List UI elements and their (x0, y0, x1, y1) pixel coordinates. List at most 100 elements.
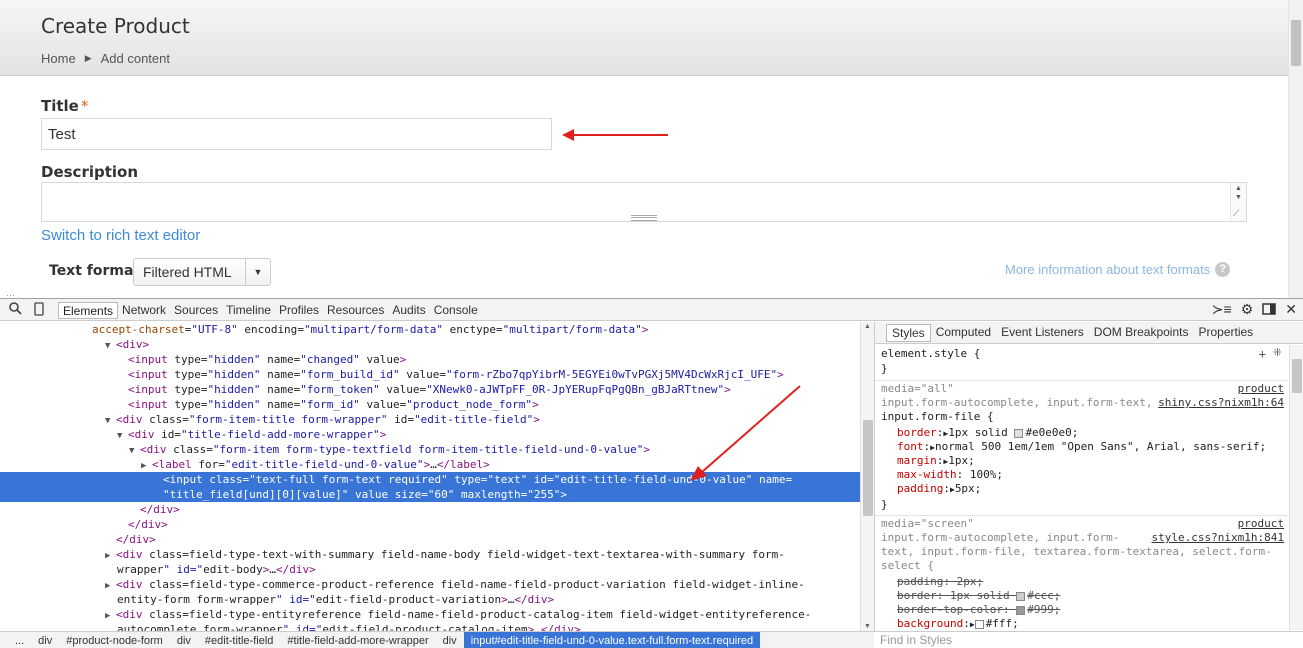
scroll-down-icon[interactable]: ▼ (1235, 194, 1242, 201)
annotation-arrow-icon (690, 385, 801, 481)
breadcrumb-separator-icon: ▶ (84, 53, 92, 63)
tab-dom-breakpoints[interactable]: DOM Breakpoints (1089, 324, 1194, 342)
elements-scrollbar-thumb[interactable] (863, 420, 873, 516)
expand-triangle-icon[interactable]: ▶ (105, 609, 116, 624)
tab-audits[interactable]: Audits (388, 302, 429, 319)
color-swatch-icon[interactable] (1016, 605, 1026, 615)
dom-crumb[interactable]: div (436, 632, 464, 648)
styles-scrollbar-thumb[interactable] (1292, 359, 1302, 393)
dom-line[interactable]: "title_field[und][0][value]" value size=… (163, 487, 567, 502)
css-rule-style: media="screen" product input.form-autoco… (875, 517, 1288, 637)
textarea-resize-grippie[interactable] (631, 215, 657, 221)
element-style-rule: element.style { + ⁜ } (875, 345, 1288, 381)
scroll-up-icon[interactable]: ▲ (864, 323, 871, 330)
color-swatch-icon[interactable] (1014, 428, 1024, 438)
scroll-down-icon[interactable]: ▼ (864, 623, 871, 630)
styles-scrollbar[interactable] (1289, 345, 1303, 630)
page-scrollbar[interactable] (1288, 0, 1303, 298)
dom-line[interactable]: ▼ <div> (105, 337, 149, 352)
dom-line-text: <div class=field-type-commerce-product-r… (116, 578, 805, 591)
page-header: Create Product Home ▶ Add content (0, 0, 1288, 76)
dom-line-text: <div class=field-type-text-with-summary … (116, 548, 785, 561)
collapse-triangle-icon[interactable]: ▼ (129, 444, 140, 459)
dom-crumb[interactable]: #edit-title-field (198, 632, 280, 648)
scroll-up-icon[interactable]: ▲ (1235, 185, 1242, 192)
gear-icon[interactable]: ⚙ (1241, 301, 1254, 318)
dom-crumb-selected[interactable]: input#edit-title-field-und-0-value.text-… (463, 631, 761, 648)
devtools-panel: Elements Network Sources Timeline Profil… (0, 298, 1303, 648)
dom-line[interactable]: </div> (116, 532, 156, 547)
title-input[interactable] (41, 118, 552, 150)
breadcrumb-add-content-link[interactable]: Add content (101, 51, 170, 66)
dom-line[interactable]: <input type="hidden" name="form_id" valu… (128, 397, 539, 412)
color-swatch-icon[interactable] (1016, 591, 1026, 601)
dom-line-text: <input type="hidden" name="form_token" v… (128, 383, 731, 396)
switch-rich-editor-link[interactable]: Switch to rich text editor (41, 227, 200, 244)
tab-timeline[interactable]: Timeline (222, 302, 275, 319)
dom-crumb[interactable]: div (170, 632, 198, 648)
collapse-triangle-icon[interactable]: ▼ (105, 414, 116, 429)
search-icon[interactable] (9, 302, 22, 318)
tab-sources[interactable]: Sources (170, 302, 222, 319)
find-in-styles-input[interactable]: Find in Styles (874, 631, 1303, 648)
tab-resources[interactable]: Resources (323, 302, 388, 319)
dom-line[interactable]: autocomplete form-wrapper" id="edit-fiel… (117, 622, 581, 631)
overridden-property: padding: 2px; (897, 575, 984, 588)
rule-origin: product (1237, 382, 1284, 395)
page-scrollbar-thumb[interactable] (1291, 20, 1301, 66)
styles-sidebar: Styles Computed Event Listeners DOM Brea… (874, 322, 1303, 648)
dom-line[interactable]: ▼ <div id="title-field-add-more-wrapper"> (117, 427, 386, 442)
dock-icon[interactable] (1262, 302, 1277, 318)
tab-elements[interactable]: Elements (58, 301, 119, 319)
resize-corner-icon[interactable]: ⟋ (1233, 208, 1239, 219)
more-info-link[interactable]: More information about text formats ? (1005, 262, 1231, 277)
tab-network[interactable]: Network (118, 302, 170, 319)
collapse-triangle-icon[interactable]: ▼ (117, 429, 128, 444)
device-icon[interactable] (34, 302, 44, 319)
expand-triangle-icon[interactable]: ▶ (105, 549, 116, 564)
dom-crumb[interactable]: div (31, 632, 59, 648)
dom-line[interactable]: <input type="hidden" name="changed" valu… (128, 352, 406, 367)
rule-close: } (881, 362, 888, 375)
dom-line[interactable]: ▶ <div class=field-type-entityreference f… (105, 607, 811, 622)
dom-line[interactable]: ▶ <div class=field-type-commerce-product-… (105, 577, 805, 592)
dom-line[interactable]: ▼ <div class="form-item-title form-wrappe… (105, 412, 540, 427)
close-icon[interactable]: ✕ (1285, 301, 1297, 318)
color-swatch-icon[interactable] (974, 619, 984, 629)
dom-line-text: <div class="form-item form-type-textfiel… (140, 443, 650, 456)
dom-line[interactable]: accept-charset="UTF-8" encoding="multipa… (92, 322, 648, 337)
rule-selector: input.form-autocomplete, input.form- (881, 531, 1120, 544)
add-rule-icon[interactable]: + (1259, 347, 1266, 361)
dom-line[interactable]: wrapper" id="edit-body>…</div> (117, 562, 316, 577)
tab-properties[interactable]: Properties (1193, 324, 1258, 342)
text-format-select[interactable]: Filtered HTML ▼ (133, 258, 271, 286)
dom-line[interactable]: <input type="hidden" name="form_build_id… (128, 367, 784, 382)
description-scrollbar[interactable]: ▲ ▼ ⟋ (1230, 183, 1246, 221)
drawer-icon[interactable]: ≻≡ (1212, 301, 1232, 318)
source-link[interactable]: style.css?nixm1h:841 (1152, 531, 1284, 544)
dom-crumb[interactable]: #title-field-add-more-wrapper (280, 632, 435, 648)
dom-line[interactable]: entity-form form-wrapper" id="edit-field… (117, 592, 554, 607)
dom-line[interactable]: <input type="hidden" name="form_token" v… (128, 382, 731, 397)
elements-scrollbar[interactable]: ▲ ▼ (860, 322, 874, 631)
tab-computed[interactable]: Computed (931, 324, 996, 342)
toggle-state-icon[interactable]: ⁜ (1273, 346, 1282, 359)
expand-triangle-icon[interactable]: ▶ (105, 579, 116, 594)
tab-styles[interactable]: Styles (886, 323, 931, 342)
dom-line[interactable]: ▶ <div class=field-type-text-with-summary… (105, 547, 785, 562)
css-property: border:▶1px solid #e0e0e0; (897, 426, 1079, 439)
dom-crumb[interactable]: #product-node-form (59, 632, 170, 648)
dom-line[interactable]: </div> (128, 517, 168, 532)
dom-line[interactable]: ▼ <div class="form-item form-type-textfie… (129, 442, 650, 457)
dom-line[interactable]: ▶ <label for="edit-title-field-und-0-valu… (141, 457, 490, 472)
dom-crumb[interactable]: ... (8, 632, 31, 648)
tab-profiles[interactable]: Profiles (275, 302, 323, 319)
dom-line-text: autocomplete form-wrapper" id="edit-fiel… (117, 623, 581, 631)
dom-line[interactable]: </div> (140, 502, 180, 517)
breadcrumb-home-link[interactable]: Home (41, 51, 76, 66)
collapse-triangle-icon[interactable]: ▼ (105, 339, 116, 354)
tab-event-listeners[interactable]: Event Listeners (996, 324, 1089, 342)
source-link[interactable]: shiny.css?nixm1h:64 (1158, 396, 1284, 409)
rule-close: } (881, 498, 888, 511)
tab-console[interactable]: Console (430, 302, 482, 319)
